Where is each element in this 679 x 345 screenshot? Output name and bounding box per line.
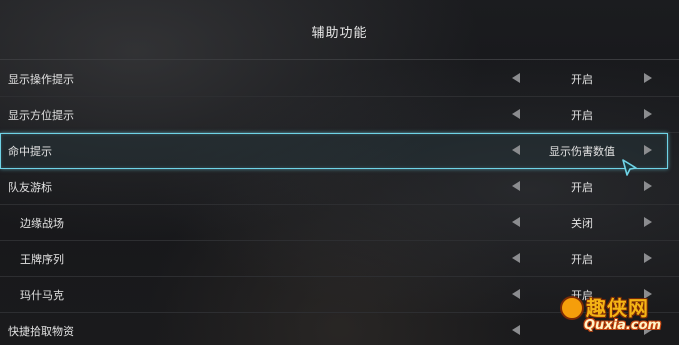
setting-row-edge-battlefield[interactable]: 边缘战场 关闭 (0, 205, 679, 241)
arrow-right-icon[interactable] (644, 253, 652, 263)
setting-label: 边缘战场 (20, 217, 64, 230)
mouse-pointer-icon (622, 159, 637, 176)
logo-mark-icon (560, 296, 584, 320)
setting-label: 队友游标 (8, 181, 52, 194)
setting-label: 玛什马克 (20, 289, 64, 302)
setting-row-show-operation-tips[interactable]: 显示操作提示 开启 (0, 61, 679, 97)
arrow-right-icon[interactable] (644, 109, 652, 119)
setting-value: 开启 (571, 109, 593, 122)
setting-value: 关闭 (571, 217, 593, 230)
setting-value: 开启 (571, 73, 593, 86)
setting-label: 快捷拾取物资 (8, 325, 74, 338)
settings-screen: { "title": "辅助功能", "rows": [ {"label": "… (0, 0, 679, 345)
setting-label: 显示操作提示 (8, 73, 74, 86)
watermark-text-en: Quxia.com (584, 318, 662, 333)
setting-label: 王牌序列 (20, 253, 64, 266)
setting-row-teammate-cursor[interactable]: 队友游标 开启 (0, 169, 679, 205)
arrow-left-icon[interactable] (512, 145, 520, 155)
arrow-left-icon[interactable] (512, 181, 520, 191)
arrow-right-icon[interactable] (644, 145, 652, 155)
setting-row-ace-sequence[interactable]: 王牌序列 开启 (0, 241, 679, 277)
arrow-right-icon[interactable] (644, 217, 652, 227)
setting-label: 显示方位提示 (8, 109, 74, 122)
arrow-left-icon[interactable] (512, 289, 520, 299)
setting-label: 命中提示 (8, 145, 52, 158)
arrow-left-icon[interactable] (512, 109, 520, 119)
arrow-left-icon[interactable] (512, 217, 520, 227)
setting-value: 开启 (571, 181, 593, 194)
arrow-right-icon[interactable] (644, 73, 652, 83)
watermark-logo: 趣侠网 Quxia.com (560, 292, 676, 342)
arrow-left-icon[interactable] (512, 253, 520, 263)
arrow-left-icon[interactable] (512, 325, 520, 335)
arrow-right-icon[interactable] (644, 181, 652, 191)
watermark-text-cn: 趣侠网 (586, 296, 649, 320)
header-divider (0, 59, 679, 60)
setting-row-hit-tips[interactable]: 命中提示 显示伤害数值 (0, 133, 668, 169)
arrow-left-icon[interactable] (512, 73, 520, 83)
page-title: 辅助功能 (311, 26, 368, 41)
setting-value: 显示伤害数值 (549, 145, 615, 158)
setting-row-show-direction-tips[interactable]: 显示方位提示 开启 (0, 97, 679, 133)
setting-value: 开启 (571, 253, 593, 266)
